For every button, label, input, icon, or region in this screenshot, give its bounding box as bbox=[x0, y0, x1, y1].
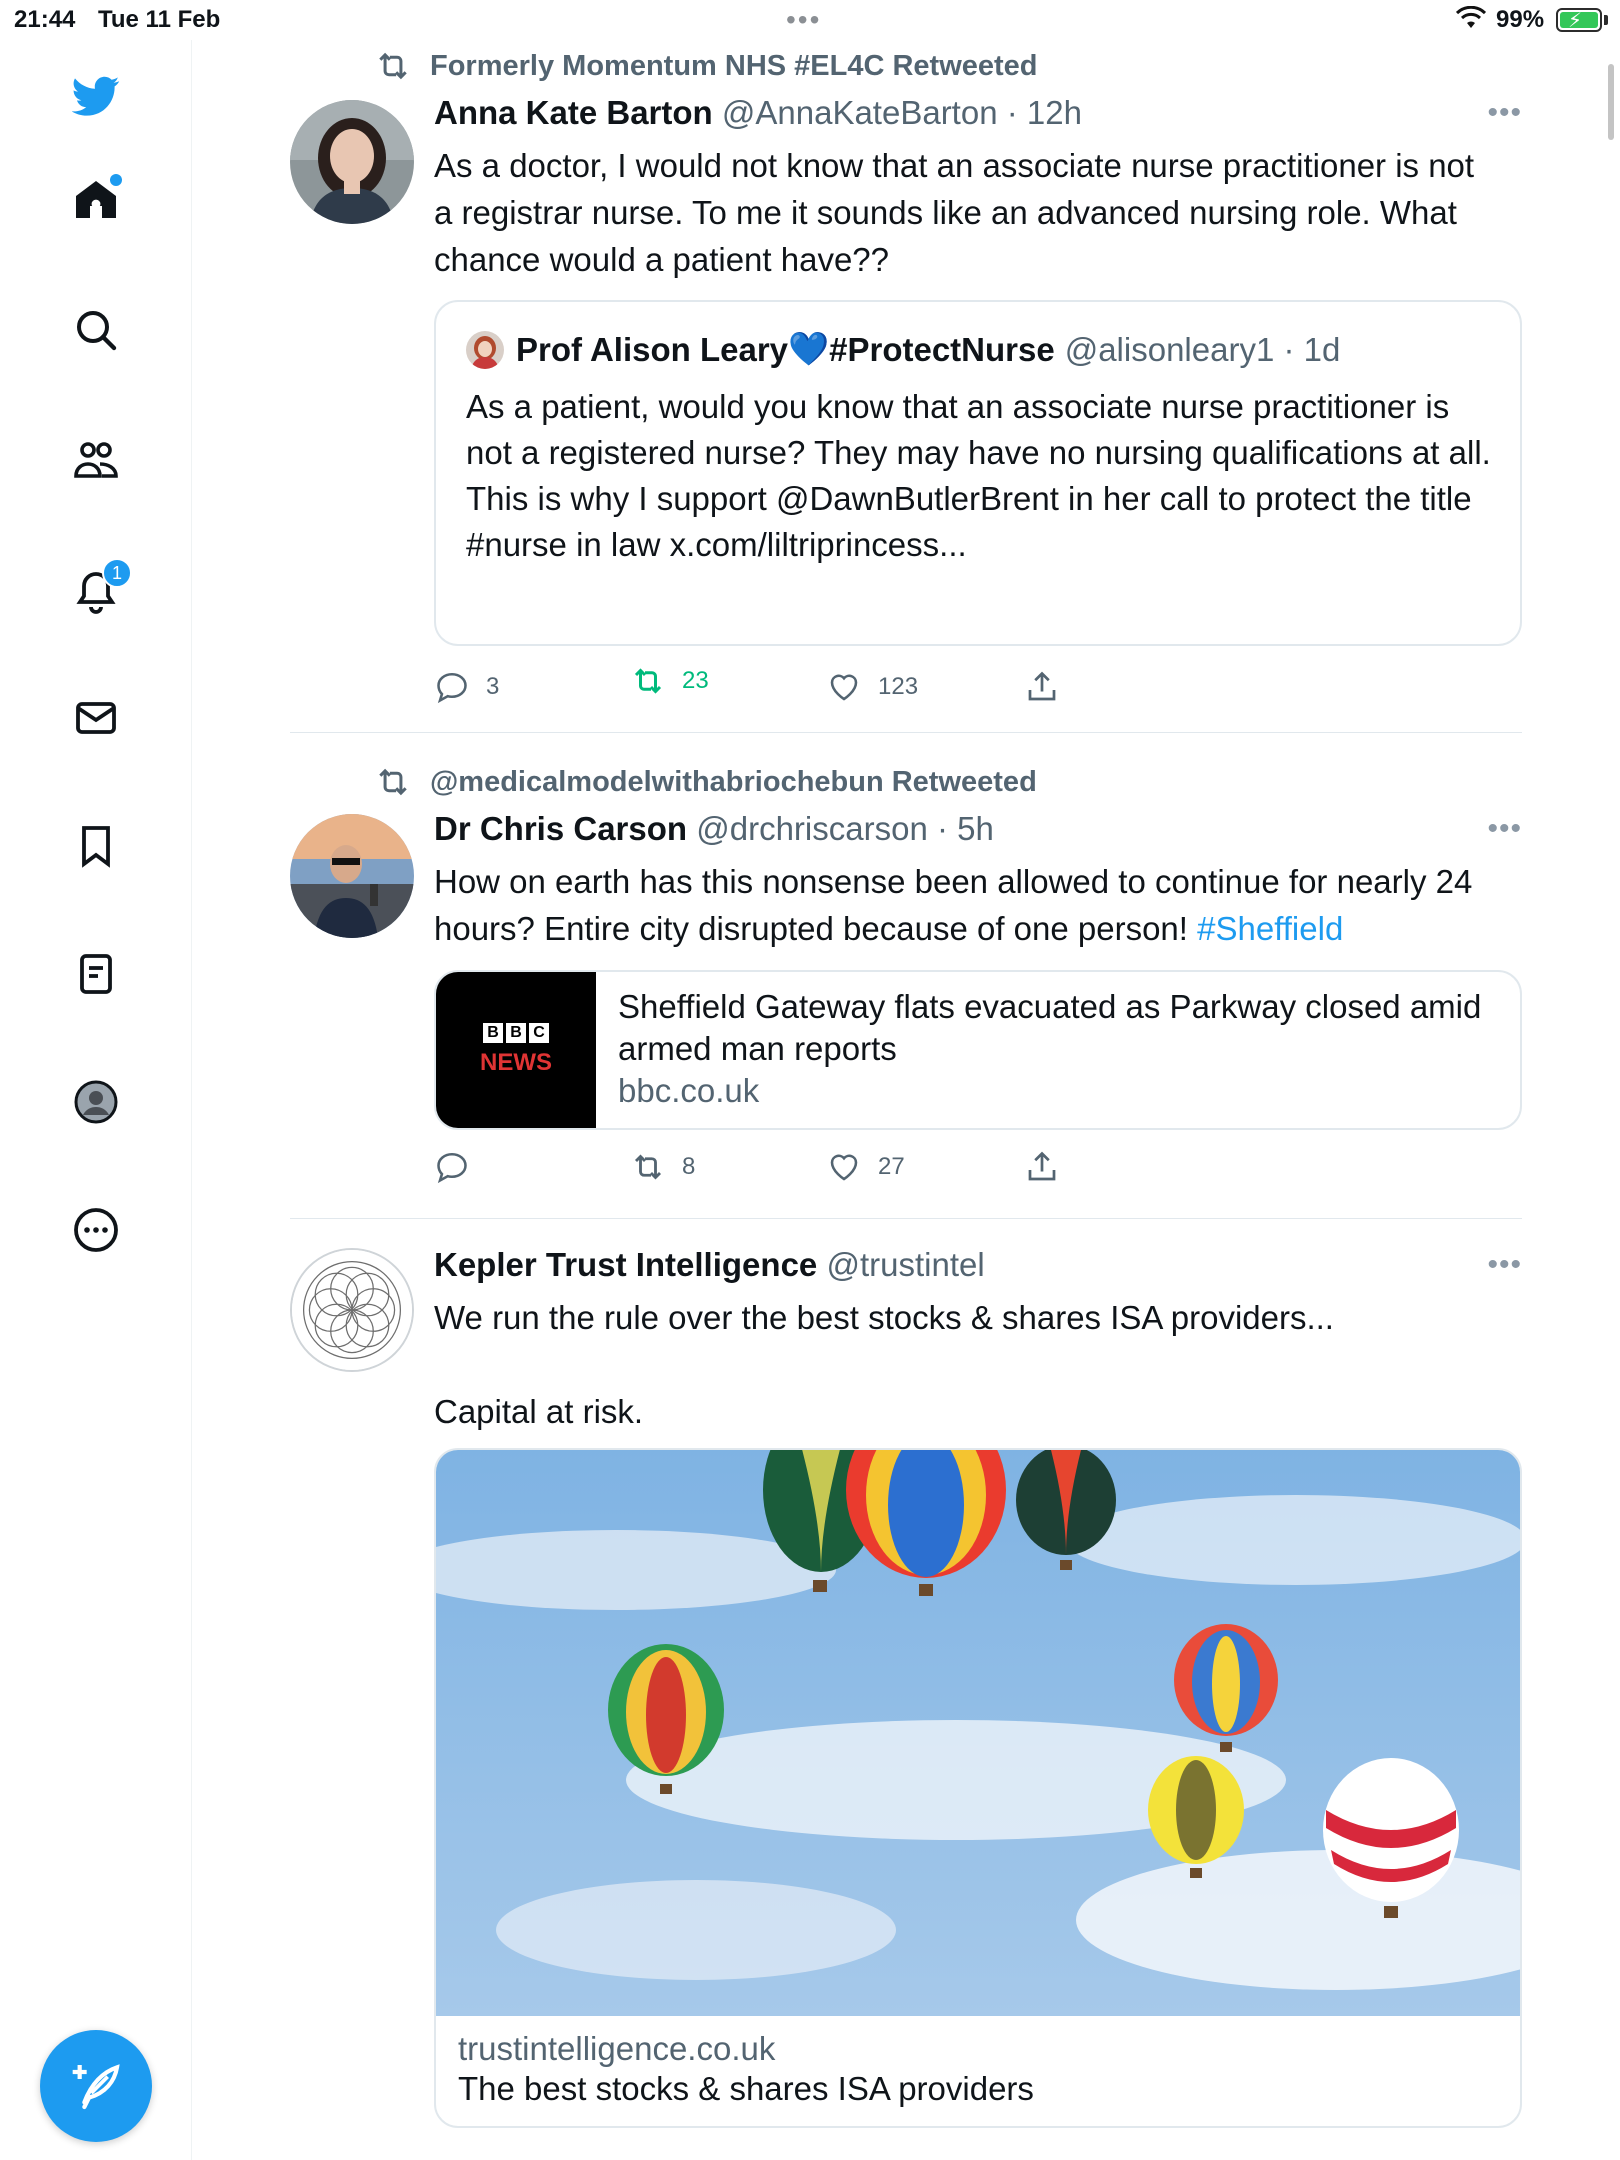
link-preview-card[interactable]: B B C NEWS Sheffield Gateway flats evacu… bbox=[434, 970, 1522, 1130]
more-dots-icon[interactable]: ••• bbox=[1487, 1248, 1522, 1282]
tweet-header: Anna Kate Barton @AnnaKateBarton · 12h bbox=[434, 94, 1082, 132]
new-posts-dot bbox=[110, 174, 122, 186]
link-domain: bbc.co.uk bbox=[618, 1072, 760, 1109]
retweet-icon bbox=[379, 768, 407, 796]
heart-icon bbox=[830, 1154, 858, 1181]
status-date: Tue 11 Feb bbox=[98, 6, 221, 33]
tweet[interactable]: Formerly Momentum NHS #EL4C Retweeted An… bbox=[290, 40, 1522, 730]
like-button[interactable]: 27 bbox=[826, 1142, 905, 1192]
hot-air-balloons-image bbox=[436, 1450, 1520, 2016]
tweet-header: Kepler Trust Intelligence @trustintel bbox=[434, 1246, 985, 1284]
author-name[interactable]: Kepler Trust Intelligence bbox=[434, 1246, 817, 1283]
retweet-button[interactable]: 23 bbox=[630, 656, 709, 706]
retweet-context: @medicalmodelwithabriochebun Retweeted bbox=[374, 762, 1037, 802]
reply-button[interactable] bbox=[434, 1142, 486, 1192]
battery-percent: 99% bbox=[1496, 6, 1545, 33]
reply-icon bbox=[437, 672, 467, 704]
quote-text: As a patient, would you know that an ass… bbox=[466, 388, 1491, 563]
quote-header: Prof Alison Leary 💙 #ProtectNurse @alison… bbox=[466, 330, 1340, 369]
twitter-logo-icon[interactable] bbox=[66, 66, 126, 126]
blue-heart-emoji: 💙 bbox=[788, 330, 830, 367]
tweet-actions: 3 23 123 bbox=[434, 662, 1134, 712]
status-time: 21:44 bbox=[14, 6, 76, 33]
link-title: The best stocks & shares ISA providers bbox=[458, 2070, 1034, 2107]
home-icon[interactable] bbox=[66, 170, 126, 230]
author-meta: @trustintel bbox=[826, 1246, 985, 1283]
tweet-text: We run the rule over the best stocks & s… bbox=[434, 1299, 1334, 1336]
avatar[interactable] bbox=[290, 814, 414, 938]
like-button[interactable]: 123 bbox=[826, 662, 918, 712]
bookmarks-icon[interactable] bbox=[66, 816, 126, 876]
avatar[interactable] bbox=[290, 1248, 414, 1372]
author-meta: @AnnaKateBarton · 12h bbox=[721, 94, 1082, 131]
divider bbox=[290, 1218, 1522, 1219]
retweet-icon bbox=[634, 668, 662, 694]
tweet[interactable]: @medicalmodelwithabriochebun Retweeted D… bbox=[290, 758, 1522, 1218]
share-button[interactable] bbox=[1024, 662, 1076, 712]
link-domain: trustintelligence.co.uk bbox=[458, 2030, 776, 2067]
status-bar: 21:44 Tue 11 Feb ••• 99% ⚡ bbox=[0, 0, 1620, 40]
hashtag-link[interactable]: #Sheffield bbox=[1197, 910, 1343, 947]
tweet-text-line2: Capital at risk. bbox=[434, 1393, 644, 1430]
link-title: Sheffield Gateway flats evacuated as Par… bbox=[618, 988, 1482, 1067]
compose-tweet-button[interactable] bbox=[40, 2030, 152, 2142]
media-link-card[interactable]: trustintelligence.co.uk The best stocks … bbox=[434, 1448, 1522, 2128]
avatar[interactable] bbox=[290, 100, 414, 224]
retweet-button[interactable]: 8 bbox=[630, 1142, 695, 1192]
communities-icon[interactable] bbox=[66, 430, 126, 490]
notifications-badge: 1 bbox=[102, 558, 132, 588]
quote-avatar bbox=[466, 330, 504, 369]
multitasking-dots-icon[interactable]: ••• bbox=[786, 4, 821, 36]
author-name[interactable]: Anna Kate Barton bbox=[434, 94, 713, 131]
notifications-bell-icon[interactable]: 1 bbox=[66, 558, 132, 620]
more-dots-icon[interactable]: ••• bbox=[1487, 812, 1522, 846]
quote-tweet-card[interactable]: Prof Alison Leary 💙 #ProtectNurse @alison… bbox=[434, 300, 1522, 646]
bbc-news-logo: B B C NEWS bbox=[436, 972, 596, 1128]
more-options-icon[interactable] bbox=[66, 1200, 126, 1260]
author-meta: @drchriscarson · 5h bbox=[696, 810, 994, 847]
author-name[interactable]: Dr Chris Carson bbox=[434, 810, 687, 847]
share-button[interactable] bbox=[1024, 1142, 1076, 1192]
tweet-header: Dr Chris Carson @drchriscarson · 5h bbox=[434, 810, 994, 848]
reply-icon bbox=[437, 1152, 467, 1184]
wifi-icon bbox=[1456, 6, 1486, 28]
tweet-text: How on earth has this nonsense been allo… bbox=[434, 863, 1473, 947]
profile-avatar-icon[interactable] bbox=[66, 1072, 126, 1132]
lists-icon[interactable] bbox=[66, 944, 126, 1004]
divider bbox=[290, 732, 1522, 733]
charging-bolt-icon: ⚡ bbox=[1568, 10, 1583, 32]
retweet-icon bbox=[634, 1154, 662, 1180]
search-icon[interactable] bbox=[66, 300, 126, 360]
scrollbar[interactable] bbox=[1608, 64, 1614, 140]
retweet-icon bbox=[379, 52, 407, 80]
tweet-actions: 8 27 bbox=[434, 1142, 1134, 1192]
share-icon bbox=[1028, 1151, 1056, 1181]
reply-button[interactable]: 3 bbox=[434, 662, 499, 712]
share-icon bbox=[1028, 671, 1056, 701]
retweet-context: Formerly Momentum NHS #EL4C Retweeted bbox=[374, 46, 1038, 86]
tweet-text: As a doctor, I would not know that an as… bbox=[434, 147, 1475, 278]
messages-envelope-icon[interactable] bbox=[66, 688, 126, 748]
heart-icon bbox=[830, 674, 858, 701]
more-dots-icon[interactable]: ••• bbox=[1487, 96, 1522, 130]
feather-plus-icon bbox=[72, 2064, 120, 2110]
sidebar: 1 bbox=[0, 40, 192, 2160]
tweet[interactable]: Kepler Trust Intelligence @trustintel ••… bbox=[290, 1236, 1522, 2160]
